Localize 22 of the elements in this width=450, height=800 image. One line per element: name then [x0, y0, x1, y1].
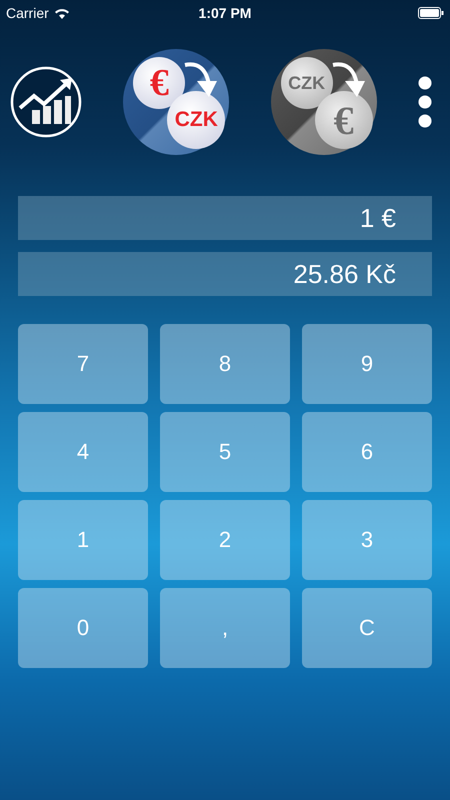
keypad-key[interactable]: 7 [18, 324, 148, 404]
battery-icon [418, 7, 444, 19]
keypad-key[interactable]: 1 [18, 500, 148, 580]
keypad-key[interactable]: , [160, 588, 290, 668]
convert-mode-button[interactable]: CZK € [270, 49, 377, 155]
keypad-key[interactable]: 4 [18, 412, 148, 492]
carrier-label: Carrier [6, 5, 49, 21]
wifi-icon [54, 7, 70, 19]
keypad-key[interactable]: 6 [302, 412, 432, 492]
amount-field[interactable]: 1 € [18, 196, 432, 240]
keypad-key[interactable]: 2 [160, 500, 290, 580]
time-label: 1:07 PM [198, 5, 252, 21]
keypad-key[interactable]: 0 [18, 588, 148, 668]
keypad-key[interactable]: 9 [302, 324, 432, 404]
keypad-key[interactable]: 8 [160, 324, 290, 404]
keypad-key[interactable]: C [302, 588, 432, 668]
keypad-key[interactable]: 5 [160, 412, 290, 492]
more-icon[interactable] [418, 76, 432, 128]
keypad-key[interactable]: 3 [302, 500, 432, 580]
result-field: 25.86 Kč [18, 252, 432, 296]
convert-mode-button[interactable]: € CZK [123, 49, 230, 155]
chart-icon[interactable] [10, 66, 82, 138]
